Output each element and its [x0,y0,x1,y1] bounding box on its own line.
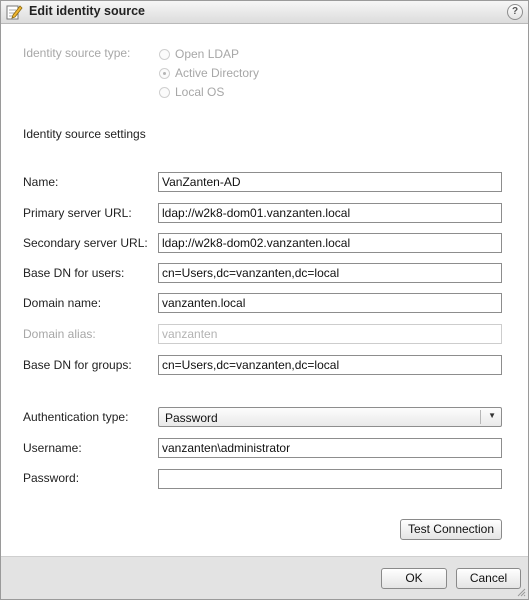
radio-local-os-button[interactable] [159,86,170,98]
name-field[interactable]: VanZanten-AD [158,172,502,192]
resize-grip-icon[interactable] [516,587,526,597]
dialog-footer: OK Cancel [1,556,528,599]
username-field[interactable]: vanzanten\administrator [158,438,502,458]
username-label: Username: [23,441,82,455]
chevron-down-icon[interactable]: ▼ [488,411,496,420]
dialog-titlebar[interactable]: Edit identity source ? [1,1,528,24]
authentication-type-label: Authentication type: [23,410,129,424]
identity-source-settings-heading: Identity source settings [23,127,146,141]
domain-name-label: Domain name: [23,296,102,310]
base-dn-groups-label: Base DN for groups: [23,358,132,372]
authentication-type-select[interactable]: Password ▼ [158,407,502,427]
edit-identity-source-dialog: Edit identity source ? Identity source t… [0,0,529,600]
domain-name-field[interactable]: vanzanten.local [158,293,502,313]
radio-local-os-label: Local OS [175,85,225,99]
authentication-type-value: Password [165,411,218,425]
cancel-button[interactable]: Cancel [456,568,521,589]
password-label: Password: [23,471,80,485]
name-label: Name: [23,175,59,189]
base-dn-groups-field[interactable]: cn=Users,dc=vanzanten,dc=local [158,355,502,375]
primary-server-url-label: Primary server URL: [23,206,132,220]
radio-active-directory[interactable]: Active Directory [159,65,259,81]
dialog-title: Edit identity source [29,4,145,18]
base-dn-users-label: Base DN for users: [23,266,125,280]
radio-open-ldap-label: Open LDAP [175,47,240,61]
select-divider [480,410,481,424]
base-dn-users-field[interactable]: cn=Users,dc=vanzanten,dc=local [158,263,502,283]
edit-icon [6,5,23,20]
radio-local-os[interactable]: Local OS [159,84,224,100]
ok-button[interactable]: OK [381,568,447,589]
help-icon[interactable]: ? [507,4,523,20]
identity-source-type-label: Identity source type: [23,46,131,60]
password-field[interactable] [158,469,502,489]
radio-open-ldap-button[interactable] [159,48,170,60]
secondary-server-url-field[interactable]: ldap://w2k8-dom02.vanzanten.local [158,233,502,253]
secondary-server-url-label: Secondary server URL: [23,236,148,250]
primary-server-url-field[interactable]: ldap://w2k8-dom01.vanzanten.local [158,203,502,223]
radio-open-ldap[interactable]: Open LDAP [159,46,239,62]
radio-active-directory-button[interactable] [159,67,170,79]
radio-active-directory-label: Active Directory [175,66,260,80]
test-connection-button[interactable]: Test Connection [400,519,502,540]
domain-alias-field: vanzanten [158,324,502,344]
domain-alias-label: Domain alias: [23,327,96,341]
